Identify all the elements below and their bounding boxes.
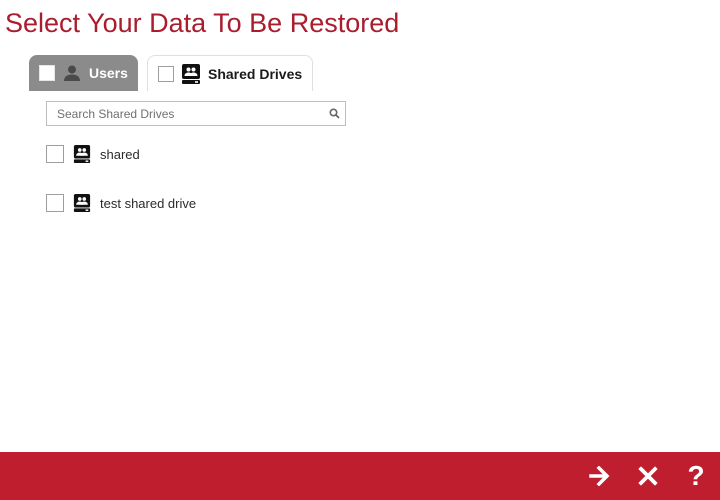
arrow-right-icon xyxy=(589,466,610,486)
shared-drives-tab-checkbox[interactable] xyxy=(158,65,174,82)
page-title: Select Your Data To Be Restored xyxy=(5,8,400,38)
list-item[interactable]: shared xyxy=(46,142,346,166)
search-icon[interactable] xyxy=(323,108,345,119)
shared-drive-icon xyxy=(180,63,202,85)
next-button[interactable] xyxy=(584,460,616,492)
drive-checkbox[interactable] xyxy=(46,194,64,212)
search-input[interactable] xyxy=(47,102,323,125)
drive-checkbox[interactable] xyxy=(46,145,64,163)
footer-bar: ? xyxy=(0,452,720,500)
tab-shared-drives-label: Shared Drives xyxy=(208,65,303,82)
user-icon xyxy=(61,62,83,84)
shared-drive-icon xyxy=(72,192,92,214)
drive-label: shared xyxy=(100,146,140,162)
close-icon xyxy=(638,466,658,486)
shared-drive-icon xyxy=(72,143,92,165)
tab-users[interactable]: Users xyxy=(29,55,138,91)
list-item[interactable]: test shared drive xyxy=(46,191,346,215)
drive-label: test shared drive xyxy=(100,195,197,211)
tab-users-label: Users xyxy=(89,65,128,81)
tab-shared-drives[interactable]: Shared Drives xyxy=(147,55,313,91)
users-tab-checkbox[interactable] xyxy=(39,65,55,81)
help-button[interactable]: ? xyxy=(680,460,712,492)
search-field xyxy=(46,101,346,126)
close-button[interactable] xyxy=(632,460,664,492)
